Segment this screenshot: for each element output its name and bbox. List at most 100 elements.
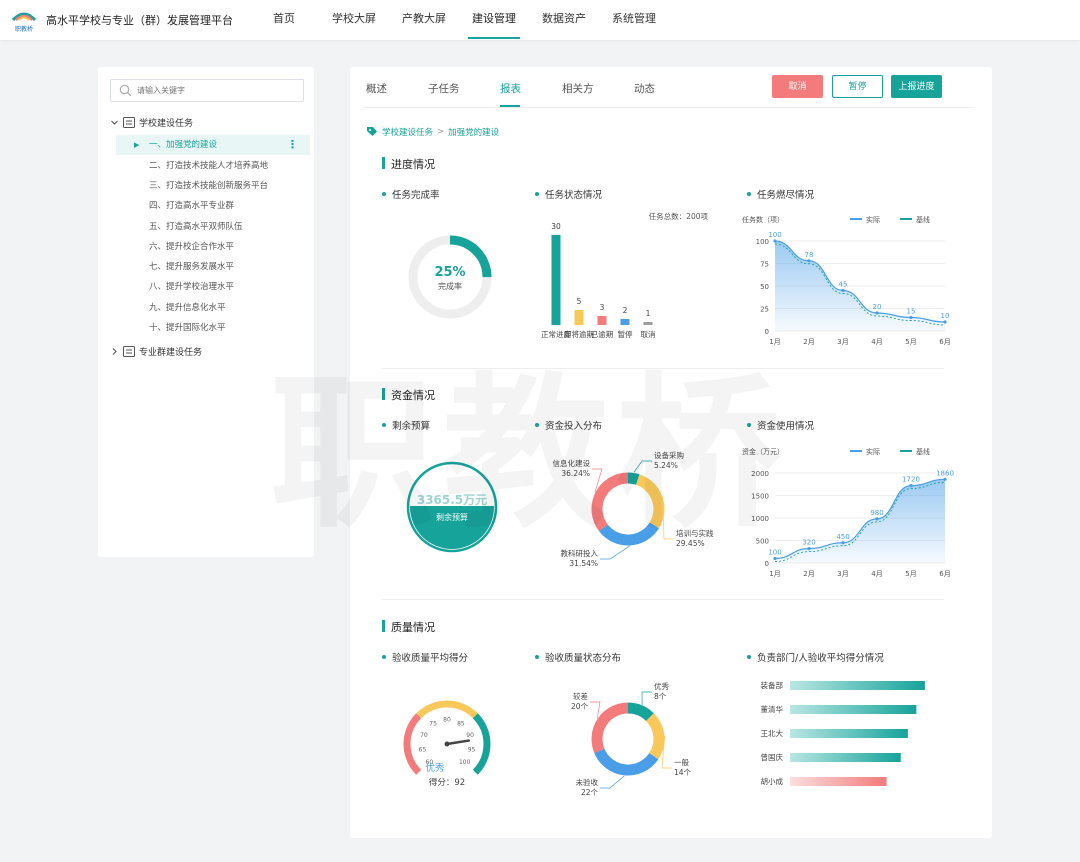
status-bar-value: 2 bbox=[623, 306, 628, 315]
gauge-tick-label: 80 bbox=[443, 717, 451, 724]
breadcrumb: 学校建设任务 > 加强党的建设 bbox=[366, 126, 503, 138]
status-bar-category: 取消 bbox=[641, 329, 656, 339]
tag-icon bbox=[367, 127, 377, 136]
nav-school-screen[interactable]: 学校大屏 bbox=[320, 0, 388, 40]
burndown-xtick: 3月 bbox=[837, 338, 848, 346]
usage-xtick: 6月 bbox=[939, 570, 950, 578]
burndown-ytick: 50 bbox=[760, 283, 769, 291]
invest-slice-value: 29.45% bbox=[676, 539, 705, 548]
tree-root-major[interactable]: 专业群建设任务 bbox=[110, 342, 202, 360]
more-options-icon[interactable]: ⋮ bbox=[287, 135, 298, 155]
burndown-xtick: 1月 bbox=[769, 338, 780, 346]
gauge-tick-label: 70 bbox=[420, 732, 428, 739]
report-panel: 概述 子任务 报表 相关方 动态 取消 暂停 上报进度 学校建设任务 > 加强党… bbox=[350, 67, 992, 838]
burndown-ylabel: 任务数（项） bbox=[742, 215, 784, 224]
gauge-needle bbox=[445, 739, 470, 746]
quality-slice-label: 较差 bbox=[573, 691, 588, 701]
tab-stakeholders[interactable]: 相关方 bbox=[562, 81, 594, 96]
quality-slice bbox=[594, 748, 659, 776]
burndown-xtick: 5月 bbox=[905, 338, 916, 346]
remaining-budget-gauge: 3365.5万元 剩余预算 bbox=[406, 461, 498, 553]
tree-item[interactable]: 六、提升校企合作水平 bbox=[116, 237, 310, 257]
tree-root-label: 学校建设任务 bbox=[139, 118, 194, 129]
burndown-point bbox=[841, 288, 845, 293]
dept-bar-label: 曾国庆 bbox=[761, 752, 784, 762]
report-progress-button[interactable]: 上报进度 bbox=[891, 75, 942, 98]
tab-activity[interactable]: 动态 bbox=[634, 81, 655, 96]
gauge-tick-label: 65 bbox=[419, 746, 427, 753]
section-divider bbox=[382, 599, 944, 600]
tree-item[interactable]: 九、提升信息化水平 bbox=[116, 298, 310, 318]
search-box bbox=[110, 79, 304, 102]
nav-system[interactable]: 系统管理 bbox=[600, 0, 668, 40]
quality-slice-label: 一般 bbox=[674, 757, 689, 767]
usage-xtick: 3月 bbox=[837, 570, 848, 578]
tree-item[interactable]: 四、打造高水平专业群 bbox=[116, 196, 310, 216]
app-title: 高水平学校与专业（群）发展管理平台 bbox=[46, 14, 233, 27]
chevron-down-icon[interactable] bbox=[110, 118, 119, 127]
breadcrumb-root[interactable]: 学校建设任务 bbox=[382, 126, 433, 138]
quality-slice-label: 未验收 bbox=[576, 777, 599, 787]
tree-item[interactable]: 五、打造高水平双师队伍 bbox=[116, 217, 310, 237]
tree-item[interactable]: 二、打造技术技能人才培养高地 bbox=[116, 156, 310, 176]
invest-slice-label: 信息化建设 bbox=[553, 458, 591, 468]
task-list-icon bbox=[123, 345, 135, 357]
tree-root-school[interactable]: 学校建设任务 bbox=[110, 113, 193, 131]
tree-item[interactable]: 三、打造技术技能创新服务平台 bbox=[116, 176, 310, 196]
completion-label: 完成率 bbox=[438, 281, 462, 291]
tab-report[interactable]: 报表 bbox=[500, 81, 521, 96]
quality-slice-value: 20个 bbox=[571, 702, 589, 711]
chevron-right-icon[interactable] bbox=[110, 347, 119, 356]
nav-industry-screen[interactable]: 产教大屏 bbox=[390, 0, 458, 40]
usage-data-label: 1860 bbox=[936, 469, 954, 477]
quality-leader-line bbox=[600, 775, 625, 789]
subtitle-investment: 资金投入分布 bbox=[535, 418, 602, 432]
nav-data-assets[interactable]: 数据资产 bbox=[530, 0, 598, 40]
tab-divider bbox=[364, 107, 974, 108]
subtitle-status: 任务状态情况 bbox=[535, 187, 602, 201]
dept-bar-label: 王北大 bbox=[761, 728, 784, 738]
tree-item[interactable]: 八、提升学校治理水平 bbox=[116, 277, 310, 297]
usage-data-label: 320 bbox=[802, 539, 815, 547]
pause-button[interactable]: 暂停 bbox=[832, 75, 883, 98]
tab-overview[interactable]: 概述 bbox=[366, 81, 387, 96]
burndown-ytick: 25 bbox=[760, 306, 769, 314]
score-gauge-chart: 得分：92 6065707580859095100优秀 bbox=[403, 700, 491, 788]
subtitle-burndown: 任务燃尽情况 bbox=[747, 187, 814, 201]
invest-leader-line bbox=[662, 496, 674, 540]
gauge-band-mid bbox=[416, 700, 478, 719]
nav-home[interactable]: 首页 bbox=[250, 0, 318, 40]
search-input[interactable] bbox=[137, 83, 297, 98]
usage-xtick: 4月 bbox=[871, 570, 882, 578]
score-label: 得分：92 bbox=[429, 777, 465, 788]
usage-point bbox=[909, 484, 913, 488]
dept-bar bbox=[790, 705, 917, 714]
burndown-xtick: 2月 bbox=[803, 338, 814, 346]
tree-item[interactable]: 十、提升国际化水平 bbox=[116, 318, 310, 338]
usage-point bbox=[875, 517, 879, 521]
top-navbar: 职教桥 高水平学校与专业（群）发展管理平台 首页 学校大屏 产教大屏 建设管理 … bbox=[0, 0, 1080, 40]
status-bar-category: 已逾期 bbox=[591, 329, 614, 339]
usage-ylabel: 资金（万元） bbox=[742, 447, 784, 456]
task-tree-sidebar: 学校建设任务 ▶ 一、加强党的建设 ⋮ 二、打造技术技能人才培养高地 三、打造技… bbox=[98, 67, 314, 557]
tab-subtasks[interactable]: 子任务 bbox=[428, 81, 460, 96]
section-title-funds: 资金情况 bbox=[382, 387, 435, 403]
invest-slice bbox=[598, 522, 659, 546]
nav-construction[interactable]: 建设管理 bbox=[460, 0, 528, 40]
burndown-ytick: 100 bbox=[756, 238, 769, 246]
tree-item[interactable]: 七、提升服务发展水平 bbox=[116, 257, 310, 277]
usage-ytick: 0 bbox=[765, 560, 769, 568]
burndown-point bbox=[909, 315, 913, 320]
cancel-button[interactable]: 取消 bbox=[772, 75, 823, 98]
invest-leader-line bbox=[600, 545, 630, 560]
status-bar-value: 1 bbox=[646, 309, 651, 318]
main-nav: 首页 学校大屏 产教大屏 建设管理 数据资产 系统管理 bbox=[250, 0, 670, 40]
tree-item-party-building[interactable]: ▶ 一、加强党的建设 ⋮ bbox=[116, 135, 310, 155]
quality-slice bbox=[645, 713, 665, 760]
breadcrumb-current: 加强党的建设 bbox=[448, 128, 500, 138]
budget-value: 3365.5万元 bbox=[417, 493, 487, 507]
quality-status-donut-chart: 优秀8个一般14个未验收22个 较差20个 bbox=[571, 681, 692, 797]
dept-bar-label: 装备部 bbox=[761, 680, 784, 690]
dept-bar-label: 董清华 bbox=[761, 704, 784, 714]
burndown-line-chart: 任务数（项） 0 25 50 75 100 1月 2月 3月 4月 5月 6月 100 78 45 20 15 1… bbox=[742, 215, 951, 346]
